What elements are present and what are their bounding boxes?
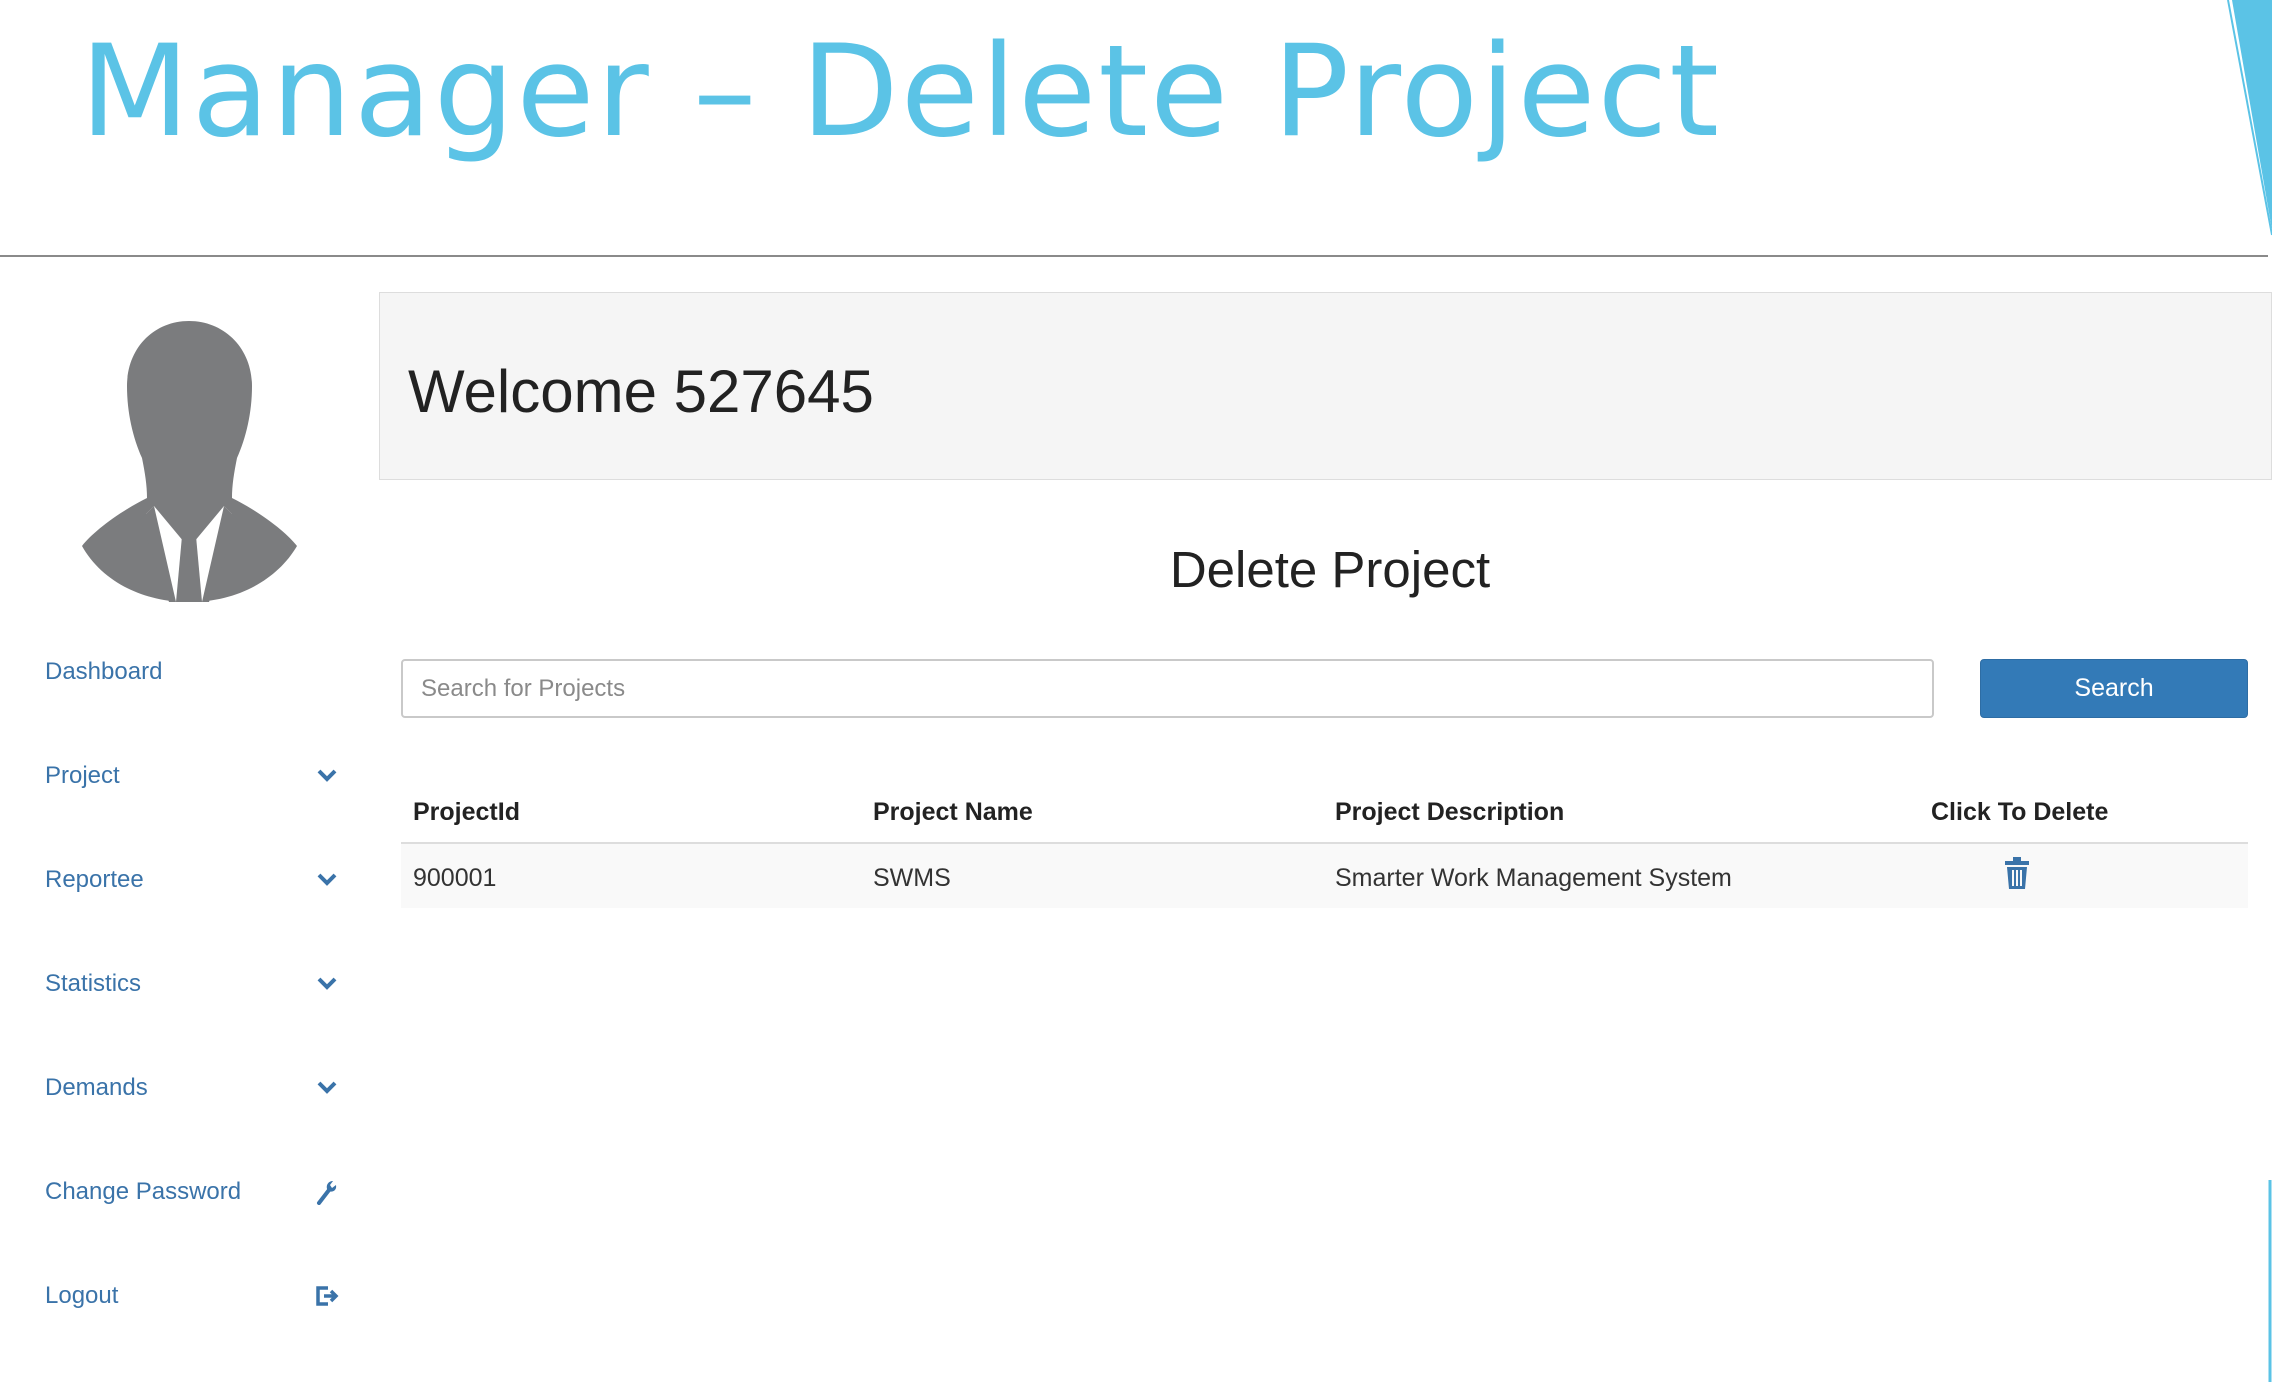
sidebar-item-logout[interactable]: Logout xyxy=(45,1266,340,1326)
column-header-project-id: ProjectId xyxy=(413,798,520,826)
avatar xyxy=(82,321,297,602)
page-heading: Delete Project xyxy=(1169,541,1491,598)
sidebar-item-label: Logout xyxy=(45,1282,119,1309)
sidebar-item-reportee[interactable]: Reportee xyxy=(45,850,340,910)
sidebar-item-label: Statistics xyxy=(45,970,142,997)
chevron-down-icon[interactable] xyxy=(314,971,340,997)
sidebar-item-demands[interactable]: Demands xyxy=(45,1058,340,1118)
wrench-icon[interactable] xyxy=(314,1179,340,1205)
cell-project-name: SWMS xyxy=(873,864,951,892)
table-header: ProjectId Project Name Project Descripti… xyxy=(401,780,2248,844)
column-header-project-description: Project Description xyxy=(1335,798,1565,826)
welcome-message: Welcome 527645 xyxy=(408,358,874,425)
column-header-click-to-delete: Click To Delete xyxy=(1931,798,2109,826)
cell-project-description: Smarter Work Management System xyxy=(1335,864,1732,892)
search-button[interactable]: Search xyxy=(1980,659,2248,718)
slide-title: Manager – Delete Project xyxy=(80,17,1722,165)
table-row: 900001 SWMS Smarter Work Management Syst… xyxy=(401,844,2248,908)
column-header-project-name: Project Name xyxy=(873,798,1033,826)
sidebar-item-label: Reportee xyxy=(45,866,144,893)
sidebar-item-project[interactable]: Project xyxy=(45,746,340,806)
sidebar-item-label: Demands xyxy=(45,1074,148,1101)
logout-icon[interactable] xyxy=(314,1283,340,1309)
sidebar-item-statistics[interactable]: Statistics xyxy=(45,954,340,1014)
chevron-down-icon[interactable] xyxy=(314,763,340,789)
sidebar-item-change-password[interactable]: Change Password xyxy=(45,1162,340,1222)
sidebar-item-label: Change Password xyxy=(45,1178,242,1205)
projects-table: ProjectId Project Name Project Descripti… xyxy=(401,780,2248,908)
sidebar-item-label: Project xyxy=(45,762,120,789)
search-input[interactable] xyxy=(401,659,1934,718)
cell-project-id: 900001 xyxy=(413,864,497,892)
sidebar-item-label: Dashboard xyxy=(45,658,163,685)
trash-icon[interactable] xyxy=(2004,856,2030,890)
chevron-down-icon[interactable] xyxy=(314,867,340,893)
chevron-down-icon[interactable] xyxy=(314,1075,340,1101)
title-divider xyxy=(0,255,2268,257)
sidebar-item-dashboard[interactable]: Dashboard xyxy=(45,642,340,702)
welcome-panel: Welcome 527645 xyxy=(379,292,2272,480)
